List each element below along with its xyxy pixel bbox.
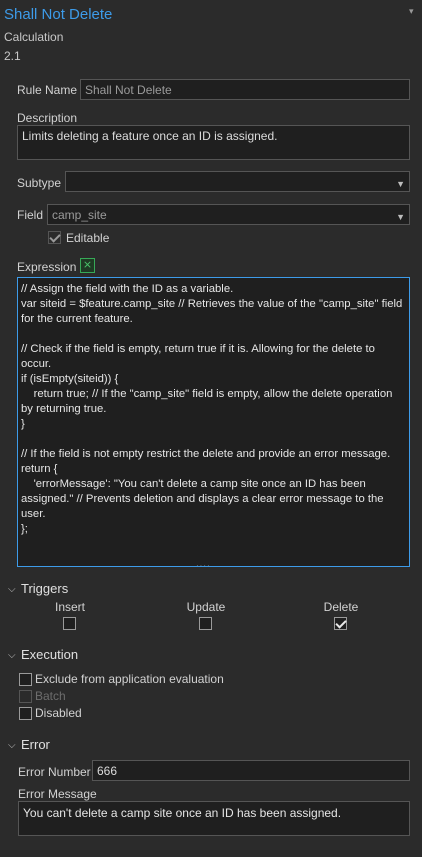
batch-wrap [19,690,32,706]
trigger-insert-label: Insert [54,600,85,614]
field-dropdown[interactable]: camp_site ▼ [47,204,410,225]
rule-version: 2.1 [4,49,21,63]
execution-heading: Execution [21,647,79,662]
trigger-delete-checkbox[interactable] [334,617,347,630]
error-message-label: Error Message [18,787,97,801]
error-message-input[interactable]: You can't delete a camp site once an ID … [18,801,410,836]
expression-label: Expression [17,260,77,274]
trigger-update-wrap [199,617,212,633]
error-number-label: Error Number [18,765,91,779]
disabled-label: Disabled [35,706,82,720]
chevron-down-icon: ▼ [396,179,405,189]
trigger-delete-wrap [334,617,347,633]
exclude-label: Exclude from application evaluation [35,672,224,686]
editable-checkbox[interactable] [48,231,61,244]
resize-grip-icon[interactable]: ···· [196,561,216,570]
subtype-label: Subtype [17,176,62,190]
error-heading: Error [21,737,50,752]
rule-title: Shall Not Delete [4,6,113,23]
expression-editor[interactable]: // Assign the field with the ID as a var… [17,277,410,567]
field-label: Field [17,208,44,222]
batch-label: Batch [35,689,66,703]
disabled-checkbox[interactable] [19,707,32,720]
execution-collapse-icon[interactable]: ⌵ [8,650,16,661]
arcade-editor-icon[interactable]: ⨯ [80,258,95,273]
error-number-input[interactable]: 666 [92,760,410,781]
trigger-update-label: Update [186,600,226,614]
trigger-insert-wrap [63,617,76,633]
subtype-dropdown[interactable]: ▼ [65,171,410,192]
triggers-collapse-icon[interactable]: ⌵ [8,584,16,595]
trigger-delete-label: Delete [323,600,359,614]
trigger-insert-checkbox[interactable] [63,617,76,630]
rule-name-label: Rule Name [17,83,78,97]
panel-menu-arrow-icon[interactable]: ▾ [409,6,419,16]
rule-type: Calculation [4,30,64,44]
exclude-checkbox[interactable] [19,673,32,686]
editable-label: Editable [66,231,110,245]
error-collapse-icon[interactable]: ⌵ [8,740,16,751]
disabled-wrap [19,707,32,723]
triggers-heading: Triggers [21,581,69,596]
field-value: camp_site [52,208,107,222]
description-label: Description [17,111,78,125]
rule-name-input[interactable]: Shall Not Delete [80,79,410,100]
exclude-wrap [19,673,32,689]
chevron-down-icon: ▼ [396,212,405,222]
description-input[interactable]: Limits deleting a feature once an ID is … [17,125,410,160]
batch-checkbox [19,690,32,703]
trigger-update-checkbox[interactable] [199,617,212,630]
editable-checkbox-row [48,231,61,247]
